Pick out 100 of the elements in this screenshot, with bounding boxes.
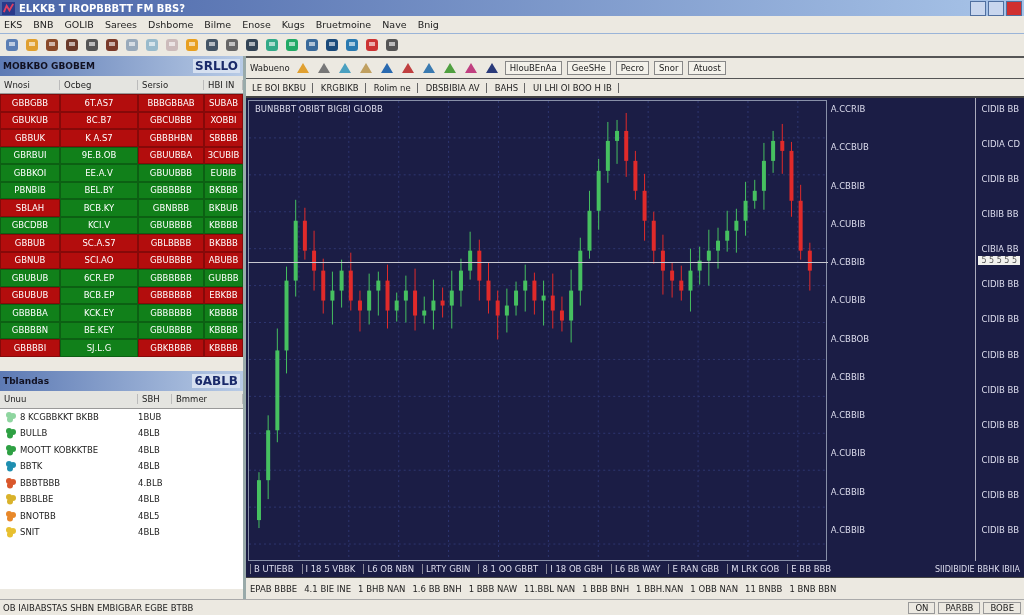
quote-cell: GBUBUB [0,269,60,287]
price-axis-label: CIDIB BB [981,454,1020,465]
quote-cell: GBUUBBB [138,164,204,182]
panel-title: MOBKBO GBOBEM [3,61,95,71]
toolbar-icon[interactable] [384,37,400,53]
quote-cell: GBBKOI [0,164,60,182]
period-tab[interactable]: 1.6 BB BNH [412,583,462,594]
period-tab[interactable]: 1 OBB NAN [690,583,739,594]
chart-info-text: Rolim ne [373,82,418,93]
period-tab[interactable]: 1 BNB BBN [789,583,837,594]
toolbar-icon[interactable] [364,37,380,53]
price-label: A.CCBUB [830,142,870,153]
navigator-item[interactable]: BBTK [20,461,43,472]
time-axis-label: E RAN GBB [668,564,720,574]
navigator-item[interactable]: BBBTBBB [20,477,61,488]
price-label: A.CCRIB [830,104,867,114]
maximize-button[interactable] [988,0,1004,16]
navigator-item[interactable]: SNIT [20,527,40,538]
quote-cell: GBKBBBB [138,339,204,357]
menu-item[interactable]: Bilme [204,19,232,30]
price-label: A.CBBIB [830,524,867,535]
quote-cell: SBLAH [0,199,60,217]
column-header[interactable]: Wnosi [0,79,60,90]
price-label: A.CBBIB [830,410,867,421]
menu-item[interactable]: Dshbome [148,19,194,30]
navigator-item[interactable]: BULLB [20,428,48,439]
quote-cell: GBLBBBB [138,234,204,252]
item-value: 4BLB [138,527,161,538]
toolbar-button[interactable]: GeeSHe [566,61,611,75]
minimize-button[interactable] [970,0,986,16]
toolbar-icon[interactable] [84,37,100,53]
menu-item[interactable]: Bnig [417,19,439,30]
column-header[interactable]: Unuu [0,394,138,404]
toolbar-icon[interactable] [244,37,260,53]
toolbar-icon[interactable] [304,37,320,53]
period-tab[interactable]: EPAB BBBE [250,583,298,594]
menu-item[interactable]: Enose [242,19,271,30]
quote-cell: SC.A.S7 [60,234,138,252]
column-header[interactable]: SBH [138,394,172,404]
column-header[interactable]: Ocbeg [60,79,138,90]
time-axis-label: I 18 OB GBH [546,564,603,574]
price-label: A.CBBIB [830,486,867,497]
column-header[interactable]: Bmmer [172,394,243,404]
period-tab[interactable]: 1 BBB BNH [582,583,630,594]
quote-cell: SBBBB [204,129,243,147]
column-header[interactable]: Sersio [138,79,204,90]
toolbar-icon[interactable] [104,37,120,53]
toolbar-icon[interactable] [204,37,220,53]
panel-badge: SRLLO [193,59,240,73]
column-header[interactable]: HBI IN [204,79,243,90]
price-axis-label: CIDIB BB [981,349,1020,360]
toolbar-button[interactable]: HlouBEnAa [504,61,562,75]
close-button[interactable] [1006,0,1022,16]
price-axis-label: CIDIB BB [981,314,1020,325]
navigator-item[interactable]: MOOTT KOBKKTBE [20,444,99,455]
toolbar-button[interactable]: Atuost [688,61,726,75]
quote-cell: EUBIB [204,164,243,182]
price-axis-label: CIBIB BB [981,209,1020,220]
toolbar-button[interactable]: Pecro [615,61,649,75]
toolbar-icon[interactable] [344,37,360,53]
navigator-item[interactable]: BBBLBE [20,494,54,505]
chart-info-text: BAHS [494,82,526,93]
menu-item[interactable]: Bruetmoine [315,19,372,30]
time-axis-label: L6 BB WAY [610,564,661,574]
period-tab[interactable]: 1 BHB NAN [358,583,406,594]
menu-item[interactable]: GOLIB [64,19,94,30]
price-label: A.CUBIB [830,295,867,306]
period-tab[interactable]: 1 BBB NAW [468,583,518,594]
quote-cell: GBBBHBN [138,129,204,147]
toolbar-icon[interactable] [64,37,80,53]
menu-item[interactable]: BNB [33,19,54,30]
quote-cell: BCB.KY [60,199,138,217]
price-label: A.CBBIB [830,180,867,191]
navigator-item[interactable]: BNOTBB [20,510,56,521]
quote-cell: 6CR.EP [60,269,138,287]
toolbar-icon[interactable] [44,37,60,53]
price-axis-label: CIDIB BB [981,524,1020,535]
period-tab[interactable]: 11.BBL NAN [524,583,576,594]
menu-item[interactable]: Kugs [281,19,305,30]
menu-item[interactable]: Sarees [104,19,138,30]
period-tab[interactable]: 4.1 BIE INE [304,583,352,594]
toolbar-button[interactable]: Snor [653,61,684,75]
toolbar-icon[interactable] [324,37,340,53]
price-axis-label: CIDIA CD [981,139,1020,150]
period-tab[interactable]: 1 BBH.NAN [636,583,684,594]
toolbar-icon[interactable] [224,37,240,53]
quote-cell: GBBBBI [0,339,60,357]
status-field: ON [908,601,936,614]
chart-info-text: LE BOI BKBU [252,82,313,93]
price-axis-label: CIDIB BB [981,104,1020,114]
quote-cell: GBBGBB [0,94,60,112]
status-text: OB IAIBABSTAS SHBN EMBIGBAR EGBE BTBB [3,602,195,613]
toolbar-label: Wabueno [250,63,290,73]
navigator-item[interactable]: 8 KCGBBKKT BKBB [20,411,99,422]
menu-item[interactable]: EKS [4,19,23,30]
period-tab[interactable]: 11 BNBB [745,583,783,594]
quote-cell: GBBBBBB [138,269,204,287]
quote-cell: GBBUB [0,234,60,252]
quote-cell: EE.A.V [60,164,138,182]
menu-item[interactable]: Nave [382,19,407,30]
